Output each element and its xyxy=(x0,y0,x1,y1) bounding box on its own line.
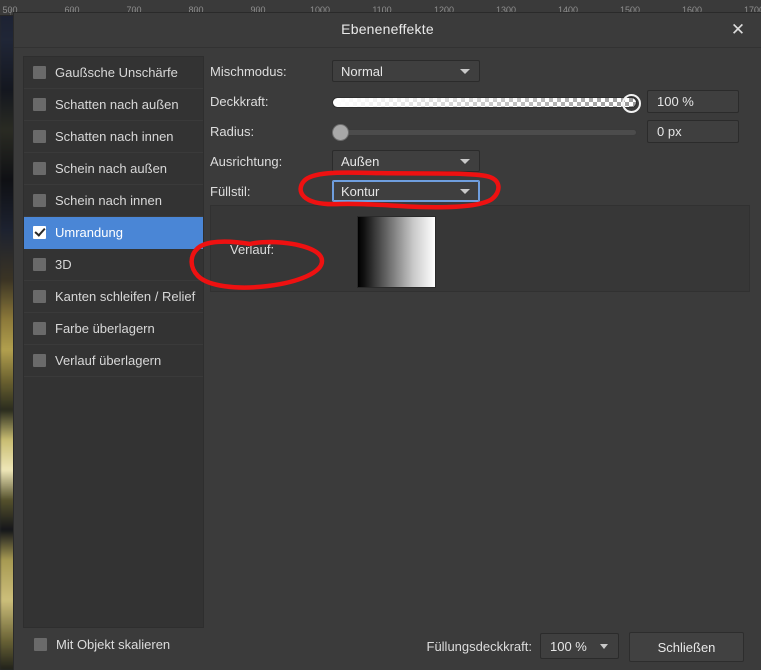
effect-list-item[interactable]: Schein nach außen xyxy=(24,153,203,185)
chevron-down-icon xyxy=(460,159,470,164)
checkbox-icon[interactable] xyxy=(33,98,46,111)
row-blend-mode: Mischmodus: Normal xyxy=(210,56,750,86)
radius-value: 0 px xyxy=(657,123,682,139)
chevron-down-icon xyxy=(600,644,608,649)
checkbox-icon[interactable] xyxy=(33,322,46,335)
gradient-swatch[interactable] xyxy=(357,216,436,288)
effect-list-item-label: Umrandung xyxy=(55,225,123,240)
effects-list[interactable]: Gaußsche Unschärfe Schatten nach außen Sch… xyxy=(23,56,204,628)
effect-list-item[interactable]: Umrandung xyxy=(24,217,203,249)
effect-list-item-label: Verlauf überlagern xyxy=(55,353,162,368)
close-x-icon[interactable]: ✕ xyxy=(725,18,751,42)
opacity-slider-track xyxy=(332,97,637,108)
effect-list-item[interactable]: Verlauf überlagern xyxy=(24,345,203,377)
opacity-label: Deckkraft: xyxy=(210,93,269,109)
checkbox-checked-icon[interactable] xyxy=(33,226,46,239)
effect-list-item[interactable]: Farbe überlagern xyxy=(24,313,203,345)
alignment-value: Außen xyxy=(341,153,380,169)
opacity-slider[interactable] xyxy=(332,94,641,113)
row-opacity: Deckkraft: 100 % xyxy=(210,86,750,116)
dialog-title: Ebeneneffekte xyxy=(341,21,434,37)
alignment-select[interactable]: Außen xyxy=(332,150,480,172)
layer-effects-dialog: Ebeneneffekte ✕ Gaußsche Unschärfe Schatt… xyxy=(14,13,761,670)
effect-list-item[interactable]: Gaußsche Unschärfe xyxy=(24,57,203,89)
radius-slider-handle[interactable] xyxy=(332,124,349,141)
checkbox-icon[interactable] xyxy=(33,194,46,207)
effect-list-item-label: Farbe überlagern xyxy=(55,321,155,336)
gradient-panel: Verlauf: xyxy=(210,205,750,292)
effect-list-item[interactable]: 3D xyxy=(24,249,203,281)
effect-list-item[interactable]: Schein nach innen xyxy=(24,185,203,217)
blend-mode-value: Normal xyxy=(341,63,383,79)
row-fill-style: Füllstil: Kontur xyxy=(210,176,750,206)
row-radius: Radius: 0 px xyxy=(210,116,750,146)
fill-opacity-select[interactable]: 100 % xyxy=(540,633,619,659)
dialog-footer: Mit Objekt skalieren Füllungsdeckkraft: … xyxy=(14,620,761,670)
chevron-down-icon xyxy=(460,189,470,194)
fill-opacity-label: Füllungsdeckkraft: xyxy=(426,639,533,654)
effect-list-item-label: Gaußsche Unschärfe xyxy=(55,65,178,80)
effect-list-item-label: Schein nach innen xyxy=(55,193,162,208)
radius-label: Radius: xyxy=(210,123,255,139)
checkbox-icon[interactable] xyxy=(33,66,46,79)
alignment-label: Ausrichtung: xyxy=(210,153,283,169)
blend-mode-select[interactable]: Normal xyxy=(332,60,480,82)
opacity-value: 100 % xyxy=(657,93,694,109)
effect-list-item-label: 3D xyxy=(55,257,72,272)
radius-slider-track xyxy=(332,129,637,136)
gradient-label: Verlauf: xyxy=(230,242,275,257)
checkbox-icon[interactable] xyxy=(33,354,46,367)
row-alignment: Ausrichtung: Außen xyxy=(210,146,750,176)
fill-style-select[interactable]: Kontur xyxy=(332,180,480,202)
fill-style-label: Füllstil: xyxy=(210,183,251,199)
blend-mode-label: Mischmodus: xyxy=(210,63,287,79)
effect-list-item-label: Schein nach außen xyxy=(55,161,168,176)
effect-list-item[interactable]: Schatten nach außen xyxy=(24,89,203,121)
radius-value-field[interactable]: 0 px xyxy=(647,119,739,143)
scale-with-object-label: Mit Objekt skalieren xyxy=(56,637,171,652)
effect-list-item-label: Schatten nach innen xyxy=(55,129,174,144)
scale-with-object-checkbox[interactable]: Mit Objekt skalieren xyxy=(34,637,170,652)
effect-list-item-label: Kanten schleifen / Relief xyxy=(55,289,196,304)
dialog-body: Gaußsche Unschärfe Schatten nach außen Sch… xyxy=(14,48,761,670)
close-dialog-button[interactable]: Schließen xyxy=(629,632,744,662)
checkbox-icon[interactable] xyxy=(33,162,46,175)
opacity-slider-handle[interactable] xyxy=(622,94,641,113)
effect-list-item[interactable]: Schatten nach innen xyxy=(24,121,203,153)
effect-list-item[interactable]: Kanten schleifen / Relief xyxy=(24,281,203,313)
radius-slider[interactable] xyxy=(332,124,637,141)
effect-settings-form: Mischmodus: Normal Deckkraft: 100 % Radi… xyxy=(210,56,750,206)
checkbox-icon[interactable] xyxy=(33,130,46,143)
chevron-down-icon xyxy=(460,69,470,74)
fill-opacity-value: 100 % xyxy=(550,638,587,654)
checkbox-icon[interactable] xyxy=(33,258,46,271)
fill-style-value: Kontur xyxy=(341,183,380,199)
dialog-titlebar: Ebeneneffekte ✕ xyxy=(14,13,761,48)
effect-list-item-label: Schatten nach außen xyxy=(55,97,179,112)
checkbox-icon[interactable] xyxy=(33,290,46,303)
opacity-value-field[interactable]: 100 % xyxy=(647,89,739,113)
checkbox-icon xyxy=(34,638,47,651)
